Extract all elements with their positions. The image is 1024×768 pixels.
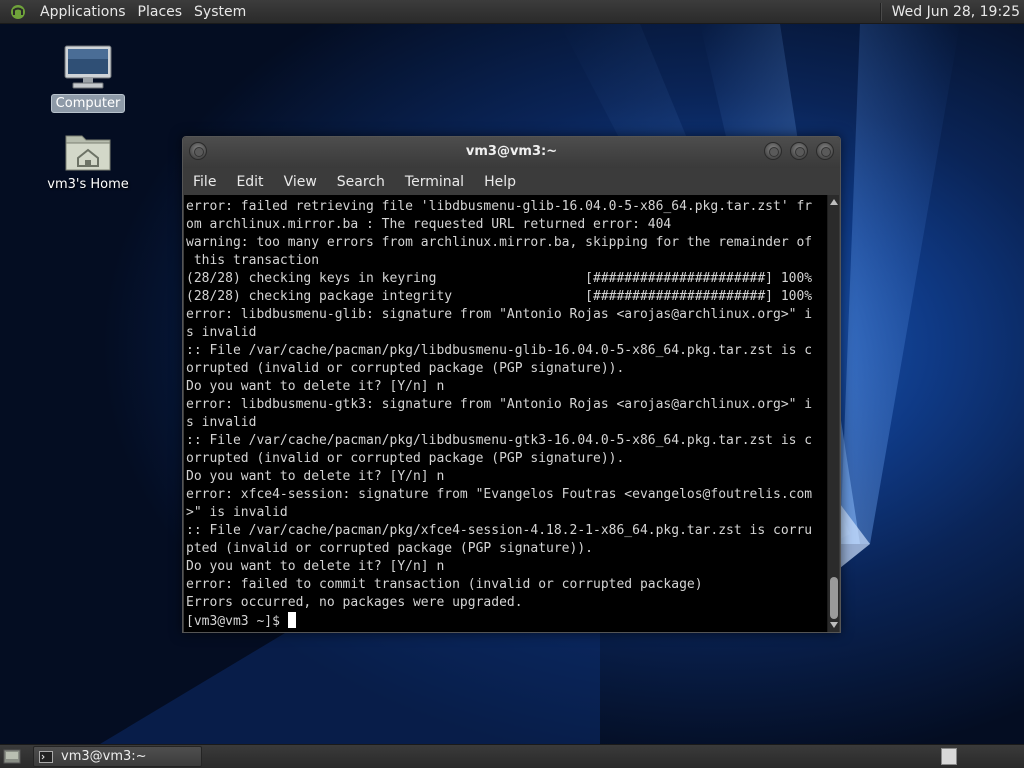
panel-separator: [879, 3, 882, 21]
system-menu[interactable]: System: [188, 4, 252, 20]
terminal-line: error: failed retrieving file 'libdbusme…: [186, 199, 813, 214]
terminal-line: error: failed to commit transaction (inv…: [186, 577, 703, 592]
terminal-line: (28/28) checking keys in keyring [######…: [186, 271, 813, 286]
taskbar-terminal-button[interactable]: vm3@vm3:~: [33, 746, 202, 767]
minimize-button[interactable]: [764, 142, 782, 160]
menu-terminal[interactable]: Terminal: [395, 174, 474, 190]
title-bar[interactable]: vm3@vm3:~: [183, 137, 840, 168]
terminal-line: (28/28) checking package integrity [####…: [186, 289, 813, 304]
close-button[interactable]: [816, 142, 834, 160]
desktop-icon-label: Computer: [50, 94, 126, 113]
terminal-line: pted (invalid or corrupted package (PGP …: [186, 541, 593, 556]
menu-file[interactable]: File: [183, 174, 226, 190]
terminal-window[interactable]: vm3@vm3:~ File Edit View Search Terminal…: [182, 136, 841, 633]
terminal-line: om archlinux.mirror.ba : The requested U…: [186, 217, 672, 232]
menu-view[interactable]: View: [274, 174, 327, 190]
taskbar-task-label: vm3@vm3:~: [61, 749, 147, 764]
terminal-output[interactable]: error: failed retrieving file 'libdbusme…: [184, 195, 827, 632]
menu-edit[interactable]: Edit: [226, 174, 273, 190]
terminal-line: Do you want to delete it? [Y/n] n: [186, 379, 445, 394]
scroll-down-icon[interactable]: [830, 622, 838, 628]
terminal-line: warning: too many errors from archlinux.…: [186, 235, 813, 250]
places-menu[interactable]: Places: [132, 4, 189, 20]
computer-icon: [64, 45, 112, 89]
terminal-line: s invalid: [186, 325, 257, 340]
terminal-line: Do you want to delete it? [Y/n] n: [186, 559, 445, 574]
terminal-line: >" is invalid: [186, 505, 288, 520]
clock[interactable]: Wed Jun 28, 19:25: [879, 0, 1024, 24]
menu-search[interactable]: Search: [327, 174, 395, 190]
terminal-line: orrupted (invalid or corrupted package (…: [186, 361, 625, 376]
window-title: vm3@vm3:~: [465, 144, 558, 159]
terminal-line: error: xfce4-session: signature from "Ev…: [186, 487, 813, 502]
scroll-thumb[interactable]: [830, 577, 838, 619]
terminal-line: error: libdbusmenu-gtk3: signature from …: [186, 397, 813, 412]
scroll-up-icon[interactable]: [830, 199, 838, 205]
scrollbar[interactable]: [827, 195, 839, 632]
terminal-prompt-line[interactable]: [vm3@vm3 ~]$: [186, 612, 827, 630]
home-folder-icon: [65, 135, 111, 171]
terminal-line: s invalid: [186, 415, 257, 430]
terminal-icon: [39, 750, 53, 763]
mate-logo-icon[interactable]: [10, 4, 26, 20]
terminal-line: :: File /var/cache/pacman/pkg/libdbusmen…: [186, 433, 813, 448]
clock-text: Wed Jun 28, 19:25: [891, 4, 1020, 20]
top-panel: Applications Places System Wed Jun 28, 1…: [0, 0, 1024, 24]
menu-help[interactable]: Help: [474, 174, 526, 190]
terminal-line: orrupted (invalid or corrupted package (…: [186, 451, 625, 466]
terminal-line: Errors occurred, no packages were upgrad…: [186, 595, 523, 610]
desktop-icon-label: vm3's Home: [47, 177, 129, 192]
terminal-line: :: File /var/cache/pacman/pkg/xfce4-sess…: [186, 523, 813, 538]
desktop-icon-computer[interactable]: Computer: [43, 44, 133, 113]
terminal-lines: error: failed retrieving file 'libdbusme…: [184, 195, 827, 630]
desktop-icon-home[interactable]: vm3's Home: [43, 130, 133, 193]
workspace-switcher[interactable]: [941, 748, 957, 765]
terminal-line: this transaction: [186, 253, 320, 268]
text-cursor: [287, 612, 296, 628]
shell-prompt: [vm3@vm3 ~]$: [186, 614, 288, 629]
applications-menu[interactable]: Applications: [34, 4, 132, 20]
terminal-line: error: libdbusmenu-glib: signature from …: [186, 307, 813, 322]
terminal-line: Do you want to delete it? [Y/n] n: [186, 469, 445, 484]
maximize-button[interactable]: [790, 142, 808, 160]
show-desktop-icon[interactable]: [3, 749, 21, 764]
terminal-menubar: File Edit View Search Terminal Help: [183, 168, 840, 195]
terminal-line: :: File /var/cache/pacman/pkg/libdbusmen…: [186, 343, 813, 358]
bottom-panel: vm3@vm3:~: [0, 744, 1024, 768]
